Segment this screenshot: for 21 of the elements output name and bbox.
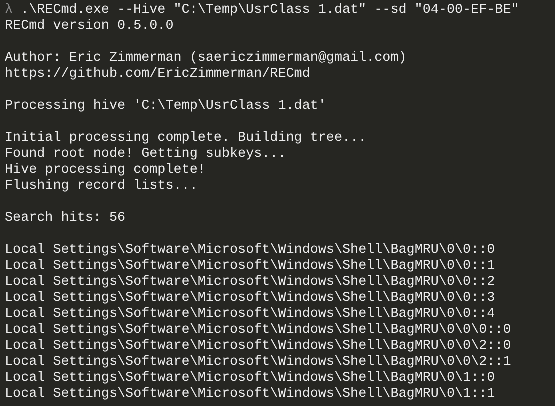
output-line: Initial processing complete. Building tree... [5, 131, 367, 147]
output-line: Processing hive 'C:\Temp\UsrClass 1.dat' [5, 99, 326, 115]
prompt-symbol: λ [5, 3, 14, 19]
output-line: Local Settings\Software\Microsoft\Windows\Shell\BagMRU\0\0::2 [5, 275, 496, 291]
output-line: Local Settings\Software\Microsoft\Windows\Shell\BagMRU\0\0\2::1 [5, 355, 512, 371]
output-line: Local Settings\Software\Microsoft\Windows\Shell\BagMRU\0\1::0 [5, 371, 496, 387]
output-line: Local Settings\Software\Microsoft\Windows\Shell\BagMRU\0\0::4 [5, 307, 496, 323]
command-line: .\RECmd.exe --Hive "C:\Temp\UsrClass 1.dat" --sd "04-00-EF-BE" [21, 3, 520, 19]
output-line: Hive processing complete! [5, 163, 206, 179]
output-line: Search hits: 56 [5, 211, 126, 227]
output-line: Local Settings\Software\Microsoft\Windows\Shell\BagMRU\0\0\2::0 [5, 339, 512, 355]
output-line: Local Settings\Software\Microsoft\Windows\Shell\BagMRU\0\1::1 [5, 387, 496, 403]
output-line: Local Settings\Software\Microsoft\Windows\Shell\BagMRU\0\0::3 [5, 291, 496, 307]
output-line: Author: Eric Zimmerman (saericzimmerman@gmail.com) [5, 51, 407, 67]
output-line: Found root node! Getting subkeys... [5, 147, 286, 163]
output-line: Local Settings\Software\Microsoft\Windows\Shell\BagMRU\0\0::1 [5, 259, 496, 275]
output-line: Local Settings\Software\Microsoft\Windows\Shell\BagMRU\0\0\0::0 [5, 323, 512, 339]
output-line: Local Settings\Software\Microsoft\Windows\Shell\BagMRU\0\0::0 [5, 243, 496, 259]
output-line: RECmd version 0.5.0.0 [5, 19, 174, 35]
output-line: https://github.com/EricZimmerman/RECmd [5, 67, 310, 83]
output-line: Flushing record lists... [5, 179, 198, 195]
